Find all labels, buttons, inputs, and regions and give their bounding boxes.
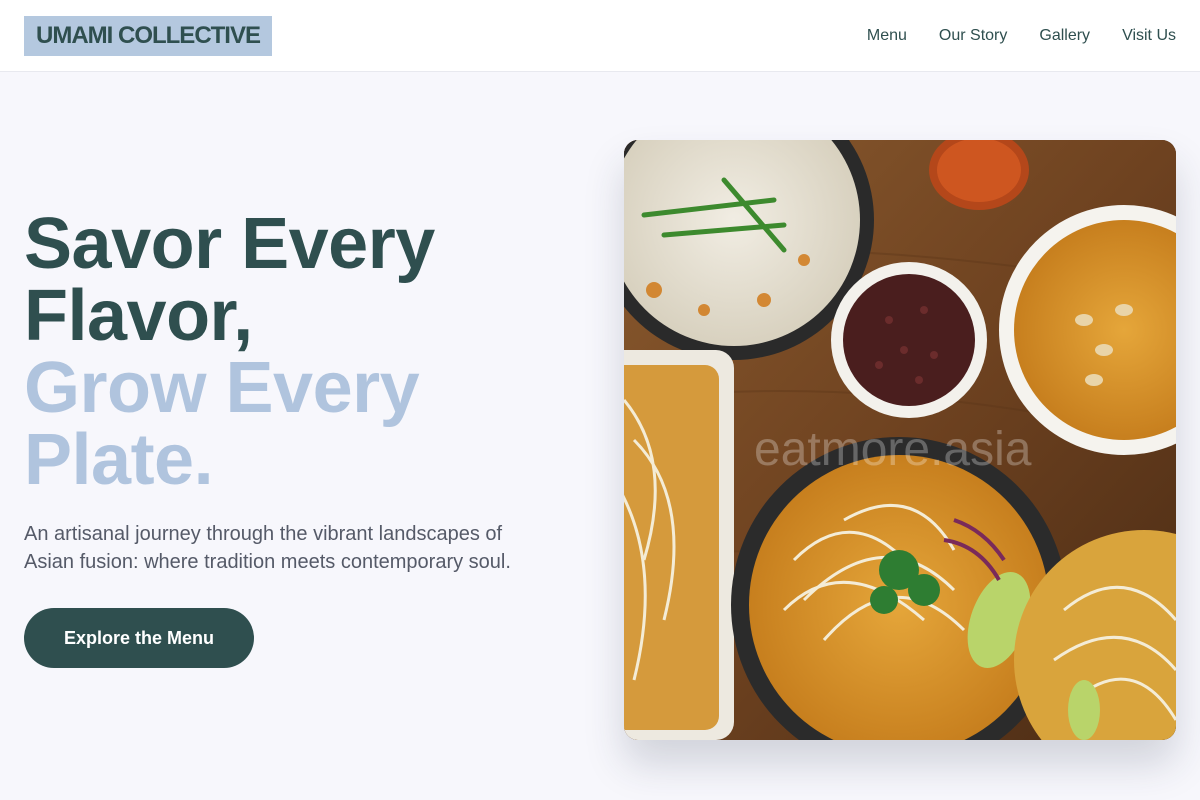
explore-menu-button[interactable]: Explore the Menu	[24, 608, 254, 668]
hero-headline: Savor Every Flavor, Grow Every Plate.	[24, 208, 584, 496]
hero-food-image: eatmore.asia	[624, 140, 1176, 740]
brand-logo[interactable]: UMAMI COLLECTIVE	[24, 15, 272, 56]
site-header: UMAMI COLLECTIVE Menu Our Story Gallery …	[0, 0, 1200, 72]
image-watermark: eatmore.asia	[754, 423, 1032, 476]
nav-link-visit-us[interactable]: Visit Us	[1122, 27, 1176, 45]
hero-section: Savor Every Flavor, Grow Every Plate. An…	[24, 208, 584, 668]
hero-subtitle: An artisanal journey through the vibrant…	[24, 523, 511, 573]
headline-line-2: Grow Every Plate.	[24, 348, 420, 500]
nav-link-gallery[interactable]: Gallery	[1039, 27, 1090, 45]
nav-link-our-story[interactable]: Our Story	[939, 27, 1007, 45]
main-nav: Menu Our Story Gallery Visit Us	[867, 27, 1176, 45]
nav-link-menu[interactable]: Menu	[867, 27, 907, 45]
headline-line-1: Savor Every Flavor,	[24, 204, 435, 356]
